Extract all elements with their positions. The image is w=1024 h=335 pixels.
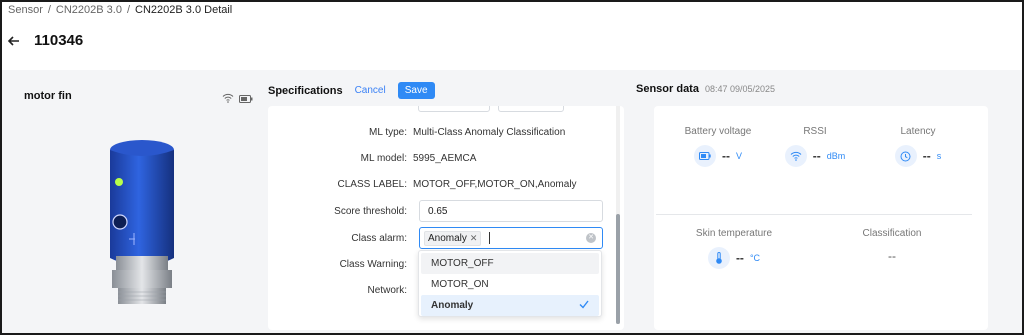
wifi-icon [784, 145, 807, 167]
battery-icon [239, 90, 253, 108]
rssi-value: -- [812, 149, 821, 163]
device-name: motor fin [24, 90, 72, 102]
sensor-data-header: Sensor data 08:47 09/05/2025 [636, 83, 775, 95]
breadcrumb-separator: / [126, 4, 131, 16]
inference-interval-row [418, 106, 603, 114]
breadcrumb: Sensor / CN2202B 3.0 / CN2202B 3.0 Detai… [8, 4, 232, 16]
specifications-header: Specifications Cancel Save [268, 82, 435, 99]
classification-label: Classification [862, 228, 922, 239]
ml-model-row: ML model: 5995_AEMCA [268, 147, 608, 169]
latency-unit: s [936, 151, 942, 161]
page-title: 110346 [34, 32, 84, 49]
ml-model-label: ML model: [360, 152, 407, 164]
breadcrumb-item-detail: CN2202B 3.0 Detail [135, 4, 233, 16]
skin-temperature-metric: Skin temperature -- °C [684, 228, 784, 269]
rssi-label: RSSI [803, 126, 827, 137]
sensor-timestamp: 08:47 09/05/2025 [704, 84, 776, 94]
rssi-unit: dBm [826, 151, 846, 161]
breadcrumb-item-model[interactable]: CN2202B 3.0 [56, 4, 122, 16]
unit-field[interactable] [498, 106, 564, 112]
breadcrumb-separator: / [47, 4, 51, 16]
classification-metric: Classification -- [842, 228, 942, 263]
latency-value: -- [922, 149, 931, 163]
scrollbar-thumb[interactable] [616, 214, 620, 324]
device-card: motor fin [20, 78, 260, 328]
metrics-divider [656, 214, 972, 215]
battery-unit: V [735, 151, 742, 161]
wifi-icon [222, 90, 234, 108]
option-anomaly[interactable]: Anomaly [421, 295, 599, 316]
remove-tag-icon[interactable]: ✕ [470, 233, 478, 244]
class-alarm-label: Class alarm: [351, 232, 407, 244]
ml-type-value: Multi-Class Anomaly Classification [413, 126, 566, 138]
classification-value: -- [888, 249, 896, 263]
battery-label: Battery voltage [684, 126, 752, 137]
status-icons [222, 90, 253, 108]
option-motor-on[interactable]: MOTOR_ON [421, 274, 599, 295]
title-row: 110346 [6, 32, 83, 49]
class-label-value: MOTOR_OFF,MOTOR_ON,Anomaly [413, 178, 577, 190]
latency-metric: Latency -- s [878, 126, 958, 167]
specifications-title: Specifications [268, 84, 343, 97]
tag-label: Anomaly [428, 232, 467, 244]
rssi-metric: RSSI -- dBm [770, 126, 860, 167]
option-anomaly-label: Anomaly [431, 300, 474, 311]
clear-icon[interactable]: ✕ [586, 233, 596, 243]
back-arrow-icon[interactable] [6, 33, 22, 49]
latency-label: Latency [900, 126, 936, 137]
skin-temperature-label: Skin temperature [695, 228, 773, 239]
class-alarm-select[interactable]: Anomaly ✕ ✕ [419, 227, 603, 249]
class-label-row: CLASS LABEL: MOTOR_OFF,MOTOR_ON,Anomaly [268, 173, 608, 195]
battery-value: -- [721, 149, 730, 163]
sensor-device-image [110, 140, 174, 304]
class-warning-label: Class Warning: [339, 258, 407, 270]
interval-field[interactable] [418, 106, 490, 112]
text-cursor [489, 232, 491, 244]
network-label: Network: [367, 284, 407, 296]
breadcrumb-item-sensor[interactable]: Sensor [8, 4, 43, 16]
ml-model-value: 5995_AEMCA [413, 152, 477, 164]
check-icon [579, 300, 589, 312]
battery-metric: Battery voltage -- V [668, 126, 768, 167]
class-label-label: CLASS LABEL: [337, 178, 407, 190]
battery-icon [693, 145, 716, 167]
skin-temperature-value: -- [735, 251, 744, 265]
score-threshold-label: Score threshold: [334, 205, 407, 217]
class-alarm-dropdown: MOTOR_OFF MOTOR_ON Anomaly [418, 250, 602, 317]
skin-temperature-unit: °C [749, 253, 761, 263]
cancel-button[interactable]: Cancel [355, 85, 386, 96]
anomaly-tag: Anomaly ✕ [424, 230, 482, 246]
ml-type-label: ML type: [369, 126, 407, 138]
sensor-data-title: Sensor data [636, 83, 699, 95]
ml-type-row: ML type: Multi-Class Anomaly Classificat… [268, 121, 608, 143]
score-threshold-input[interactable]: 0.65 [419, 200, 603, 222]
option-motor-off[interactable]: MOTOR_OFF [421, 253, 599, 274]
save-button[interactable]: Save [397, 82, 435, 99]
clock-icon [894, 145, 917, 167]
thermometer-icon [707, 247, 730, 269]
